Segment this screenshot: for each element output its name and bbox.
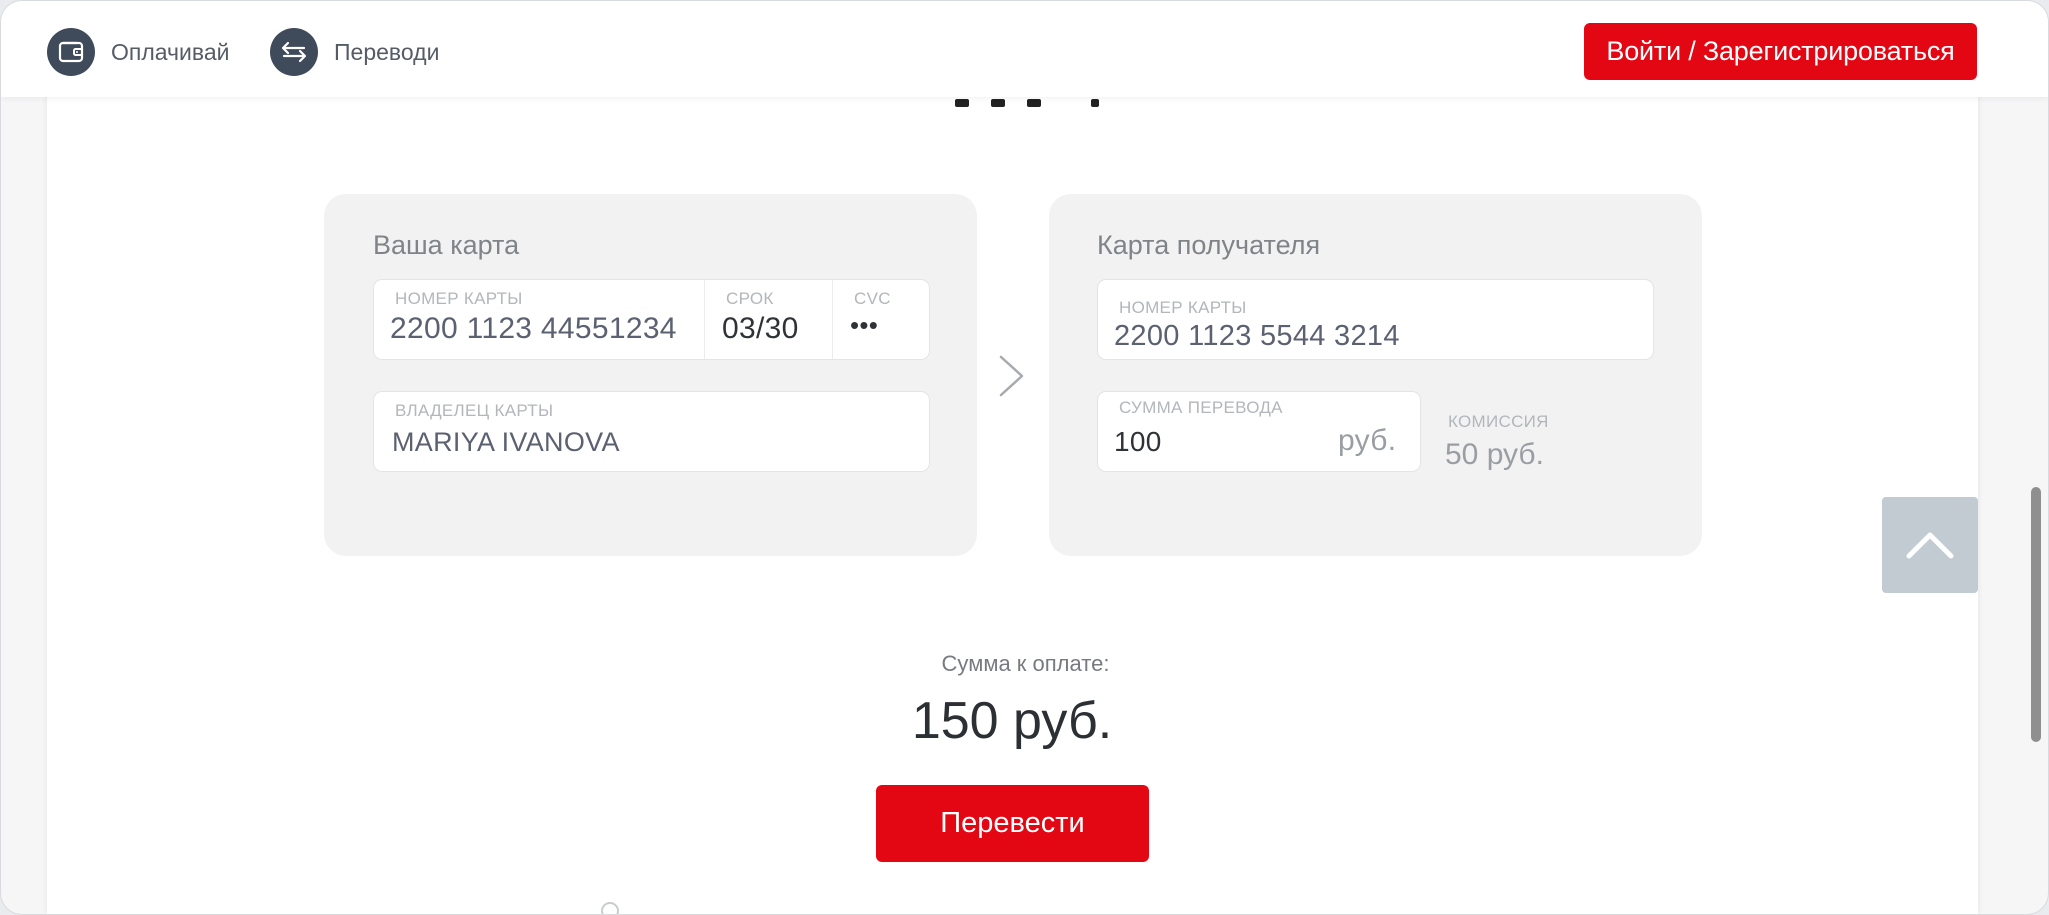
- chevron-up-icon: [1906, 532, 1954, 559]
- transfer-button[interactable]: Перевести: [876, 785, 1149, 862]
- expiry-input[interactable]: СРОК 03/30: [705, 280, 832, 359]
- scrollbar-thumb[interactable]: [2031, 487, 2041, 742]
- card-holder-value: MARIYA IVANOVA: [392, 427, 620, 457]
- cvc-value: •••: [850, 310, 879, 340]
- total-value: 150 руб.: [911, 692, 1113, 750]
- card-holder-label: ВЛАДЕЛЕЦ КАРТЫ: [395, 401, 554, 420]
- login-register-button[interactable]: Войти / Зарегистрироваться: [1584, 23, 1977, 80]
- expiry-label: СРОК: [726, 289, 774, 308]
- card-holder-input[interactable]: ВЛАДЕЛЕЦ КАРТЫ MARIYA IVANOVA: [373, 391, 930, 472]
- nav-transfer[interactable]: Переводи: [270, 28, 439, 76]
- cvc-input[interactable]: CVC •••: [833, 280, 929, 359]
- card-number-input[interactable]: НОМЕР КАРТЫ 2200 1123 44551234: [374, 280, 704, 359]
- recipient-card-number-input[interactable]: НОМЕР КАРТЫ 2200 1123 5544 3214: [1097, 279, 1654, 360]
- nav-transfer-label: Переводи: [334, 38, 440, 65]
- chevron-right-icon: [997, 353, 1027, 404]
- scroll-to-top-button[interactable]: [1882, 497, 1978, 593]
- recipient-card-number-value: 2200 1123 5544 3214: [1114, 320, 1400, 352]
- wallet-icon: [47, 28, 95, 76]
- transfer-amount-value: 100: [1114, 426, 1162, 457]
- transfer-amount-input[interactable]: СУММА ПЕРЕВОДА 100 руб.: [1097, 391, 1421, 472]
- sender-card-title: Ваша карта: [373, 230, 520, 260]
- recipient-card-title: Карта получателя: [1097, 230, 1321, 260]
- card-number-value: 2200 1123 44551234: [390, 312, 677, 345]
- commission-label: КОМИССИЯ: [1448, 412, 1549, 431]
- browser-viewport: Оплачивай Переводи Войти / Зарегистриров…: [0, 0, 2049, 915]
- sender-card-details-field: НОМЕР КАРТЫ 2200 1123 44551234 СРОК 03/3…: [373, 279, 930, 360]
- card-number-label: НОМЕР КАРТЫ: [395, 289, 523, 308]
- nav-pay-label: Оплачивай: [111, 38, 230, 65]
- commission-value: 50 руб.: [1445, 438, 1544, 471]
- transfer-amount-currency: руб.: [1338, 424, 1397, 457]
- total-label: Сумма к оплате:: [941, 651, 1110, 676]
- recipient-card-number-label: НОМЕР КАРТЫ: [1119, 298, 1247, 317]
- sender-card-panel: Ваша карта НОМЕР КАРТЫ 2200 1123 4455123…: [324, 194, 977, 556]
- decorative-mark-icon: [599, 900, 621, 914]
- transfer-amount-label: СУММА ПЕРЕВОДА: [1119, 398, 1283, 417]
- transfer-arrows-icon: [270, 28, 318, 76]
- expiry-value: 03/30: [722, 312, 799, 345]
- cvc-label: CVC: [854, 289, 891, 308]
- nav-pay[interactable]: Оплачивай: [47, 28, 229, 76]
- recipient-card-panel: Карта получателя НОМЕР КАРТЫ 2200 1123 5…: [1049, 194, 1702, 556]
- top-header: Оплачивай Переводи Войти / Зарегистриров…: [1, 1, 2048, 97]
